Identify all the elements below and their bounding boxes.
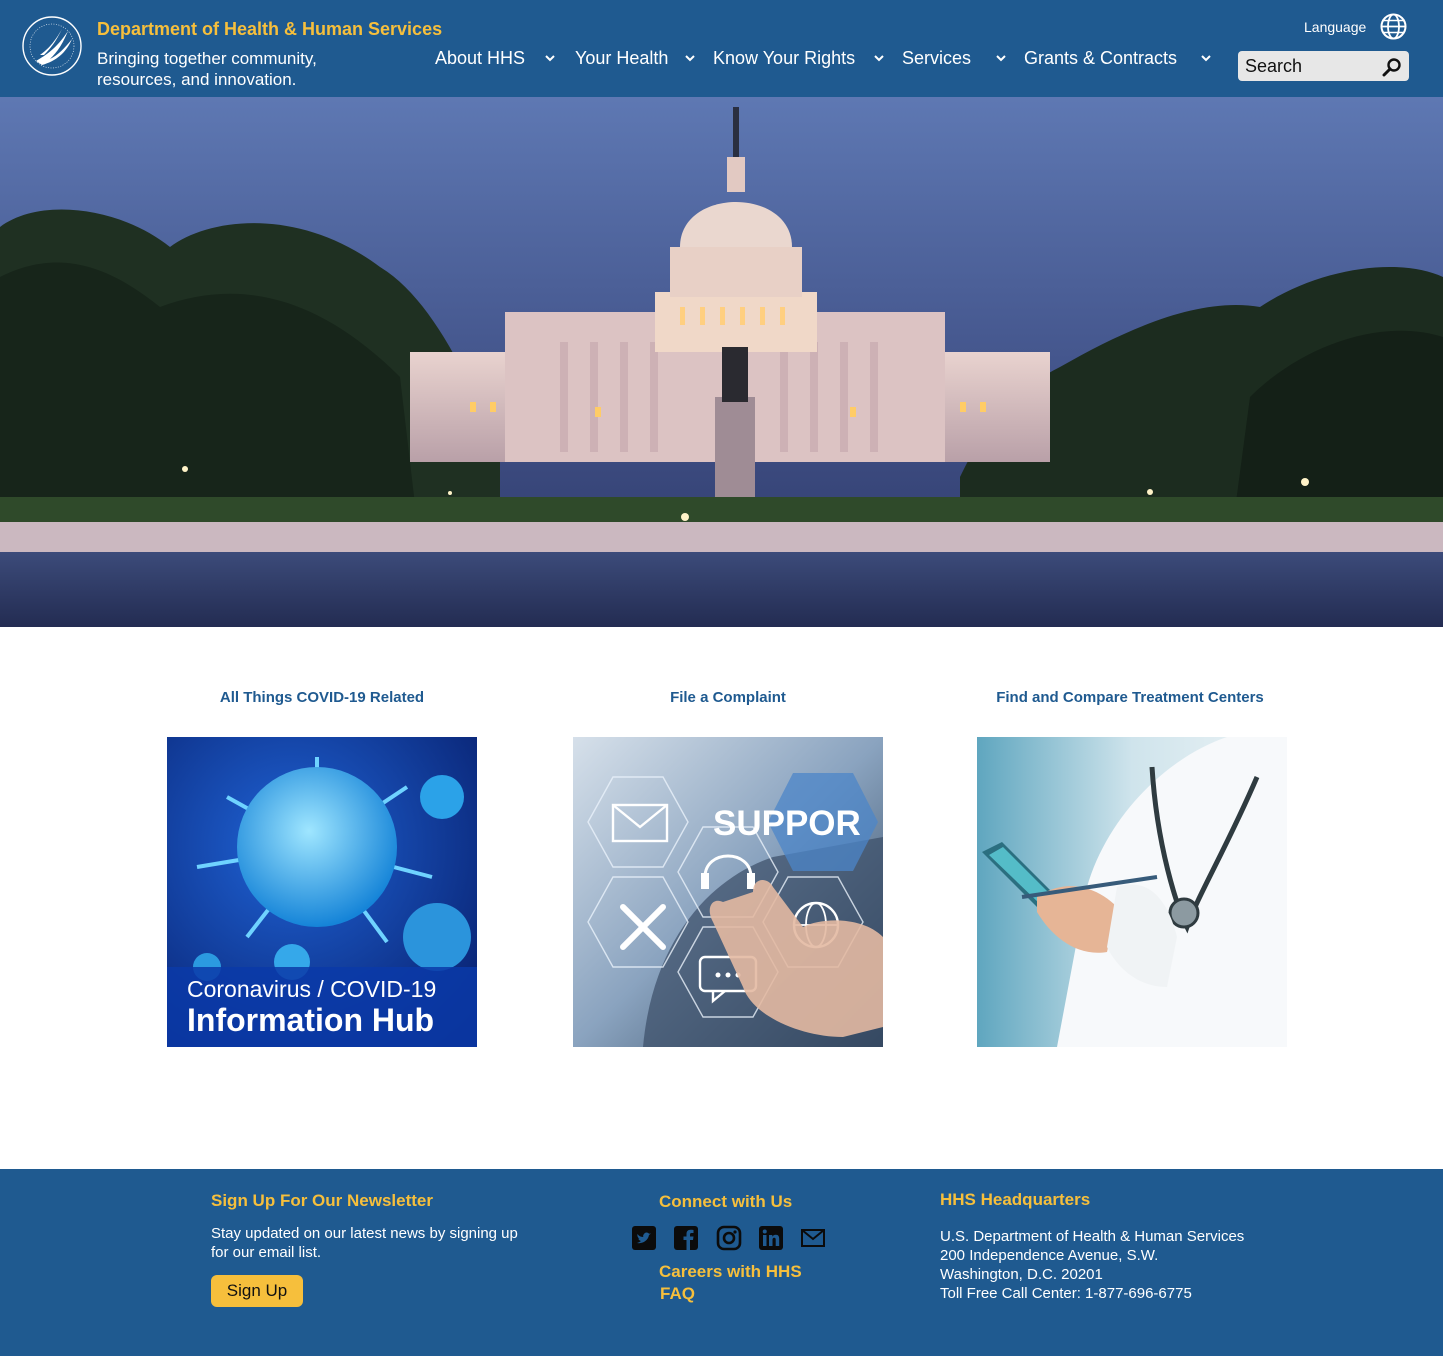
search-icon[interactable] [1382,57,1402,77]
covid-image-line2: Information Hub [187,1002,434,1038]
capitol-photo [0,97,1443,627]
nav-label: Know Your Rights [713,48,856,68]
nav-label: Grants & Contracts [1024,48,1178,68]
nav-about-hhs[interactable]: About HHS [435,48,525,69]
nav-label: Your Health [575,48,669,68]
language-label[interactable]: Language [1304,19,1366,35]
hero-capitol-image [0,97,1443,627]
twitter-icon[interactable] [631,1225,657,1251]
treatment-centers-image[interactable] [977,737,1287,1047]
hq-line-phone[interactable]: Toll Free Call Center: 1-877-696-6775 [940,1284,1300,1303]
hq-line-street: 200 Independence Avenue, S.W. [940,1247,1159,1264]
chevron-down-icon[interactable] [1200,52,1212,64]
nav-know-your-rights[interactable]: Know Your Rights [713,48,855,69]
facebook-icon[interactable] [673,1225,699,1251]
card-title-covid[interactable]: All Things COVID-19 Related [167,689,477,706]
search-input[interactable] [1238,51,1378,81]
faq-link[interactable]: FAQ [660,1284,695,1304]
globe-icon[interactable] [1380,13,1407,40]
chevron-down-icon[interactable] [544,52,556,64]
site-header: Department of Health & Human Services Br… [0,0,1443,97]
instagram-icon[interactable] [716,1225,742,1251]
careers-link[interactable]: Careers with HHS [659,1262,802,1282]
complaint-support-image[interactable]: SUPPOR [573,737,883,1047]
hq-heading: HHS Headquarters [940,1190,1091,1209]
virus-illustration: Coronavirus / COVID-19 Information Hub [167,737,477,1047]
support-image-text: SUPPOR [713,804,861,843]
covid-image-line1: Coronavirus / COVID-19 [187,976,436,1002]
newsletter-heading: Sign Up For Our Newsletter [211,1191,433,1210]
chevron-down-icon[interactable] [873,52,885,64]
nav-grants-contracts[interactable]: Grants & Contracts [1024,48,1177,69]
nav-label: Services [902,48,972,68]
hq-line-org: U.S. Department of Health & Human Servic… [940,1228,1245,1245]
hq-line-city: Washington, D.C. 20201 [940,1266,1103,1283]
nav-label: About HHS [435,48,526,68]
nav-your-health[interactable]: Your Health [575,48,668,69]
card-title-complaint[interactable]: File a Complaint [573,689,883,706]
org-name[interactable]: Department of Health & Human Services [97,19,442,40]
linkedin-icon[interactable] [758,1225,784,1251]
hq-address: U.S. Department of Health & Human Servic… [940,1227,1300,1303]
hhs-eagle-logo[interactable] [22,15,82,77]
chevron-down-icon[interactable] [995,52,1007,64]
support-illustration: SUPPOR [573,737,883,1047]
email-icon[interactable] [800,1225,826,1251]
sign-up-button[interactable]: Sign Up [211,1275,303,1307]
doctor-illustration [977,737,1287,1047]
newsletter-text: Stay updated on our latest news by signi… [211,1225,518,1261]
covid-hub-image[interactable]: Coronavirus / COVID-19 Information Hub [167,737,477,1047]
site-tagline: Bringing together community, resources, … [97,49,317,89]
connect-heading: Connect with Us [659,1192,793,1211]
card-title-treatment[interactable]: Find and Compare Treatment Centers [965,689,1295,706]
nav-services[interactable]: Services [902,48,971,69]
chevron-down-icon[interactable] [684,52,696,64]
